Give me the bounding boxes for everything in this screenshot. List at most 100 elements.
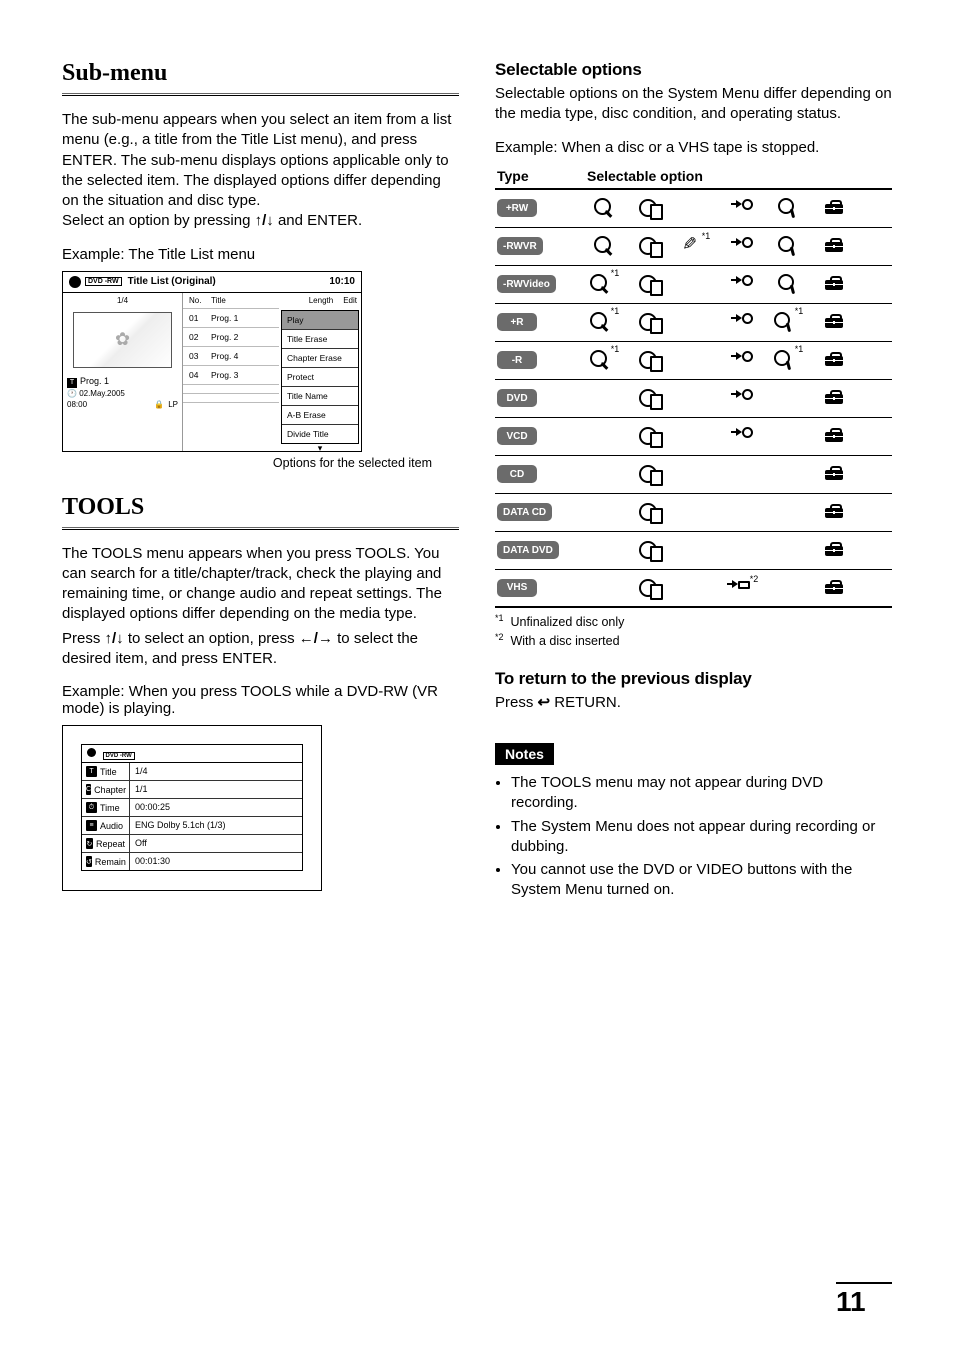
tools-example-caption: Example: When you press TOOLS while a DV… — [62, 683, 459, 717]
row-icon: ↺ — [86, 856, 92, 867]
text: RETURN. — [550, 694, 621, 711]
list-row — [183, 393, 279, 402]
submenu-item: Play — [282, 311, 358, 330]
col-headers: No. Title — [183, 293, 279, 308]
disc-info-icon — [639, 465, 661, 483]
updown-arrow-icon: ↑/↓ — [255, 212, 274, 229]
text: The sub-menu appears when you select an … — [62, 111, 451, 209]
notes-list: The TOOLS menu may not appear during DVD… — [495, 773, 892, 901]
selectable-intro: Selectable options on the System Menu di… — [495, 84, 892, 125]
title-list-icon: ≡ — [594, 198, 614, 218]
tools-row-value: 00:00:25 — [130, 799, 175, 816]
type-cell: -R — [497, 351, 587, 370]
list-row: 03Prog. 4 — [183, 346, 279, 365]
type-badge: VCD — [497, 427, 537, 445]
list-row: 02Prog. 2 — [183, 327, 279, 346]
note-item: The System Menu does not appear during r… — [511, 817, 892, 858]
leftright-arrow-icon: ←/→ — [299, 630, 333, 647]
dubbing-icon — [731, 200, 753, 216]
osd-right-pane: Length Edit Play Title Erase Chapter Era… — [279, 293, 361, 451]
row-icon: T — [86, 766, 97, 777]
options-cell: ≡*1*1 — [587, 350, 890, 370]
th-type: Type — [497, 168, 587, 184]
tools-row-label: ⏱Time — [82, 799, 130, 816]
table-row: DATA DVD — [495, 532, 892, 570]
row-icon: ↻ — [86, 838, 93, 849]
dubbing-icon — [731, 314, 753, 330]
options-cell: ≡*1 — [587, 274, 890, 294]
disc-info-icon — [639, 427, 661, 445]
table-row: -RWVideo≡*1 — [495, 266, 892, 304]
submenu-heading: Sub-menu — [62, 60, 459, 87]
type-cell: -RWVR — [497, 237, 587, 256]
tools-row-value: Off — [130, 835, 152, 852]
tools-row-label: TTitle — [82, 763, 130, 780]
scroll-down-icon: ▾ — [279, 444, 361, 451]
col-no: No. — [189, 296, 211, 305]
setup-icon — [823, 466, 845, 482]
type-cell: DATA CD — [497, 503, 587, 522]
title-list-figure: DVD -RW Title List (Original) 10:10 1/4 … — [62, 271, 362, 452]
notes-badge: Notes — [495, 743, 554, 765]
setup-icon — [823, 580, 845, 596]
return-icon: ↩ — [538, 694, 551, 711]
lock-icon: 🔒 — [154, 400, 164, 409]
note-item: The TOOLS menu may not appear during DVD… — [511, 773, 892, 814]
type-cell: DATA DVD — [497, 541, 587, 560]
tools-heading: TOOLS — [62, 494, 459, 521]
type-badge: DATA DVD — [497, 541, 559, 559]
type-badge: DATA CD — [497, 503, 552, 521]
tools-row-value: 00:01:30 — [130, 853, 175, 870]
col-length: Length — [309, 296, 333, 305]
disc-info-icon — [639, 541, 661, 559]
setup-icon — [823, 276, 845, 292]
prog-length: 08:00 🔒 LP — [63, 399, 182, 415]
title-list-icon: ≡ — [590, 274, 610, 294]
tools-text-1: The TOOLS menu appears when you press TO… — [62, 544, 459, 625]
table-row: DATA CD — [495, 494, 892, 532]
osd-left-pane: 1/4 ✿ TProg. 1 🕐 02.May.2005 08:00🔒LP — [63, 293, 183, 451]
footnote-ref: *2 — [750, 574, 759, 584]
disc-info-icon — [639, 275, 661, 293]
disc-setting-icon — [774, 350, 794, 370]
text: to select an option, press — [124, 630, 299, 647]
disc-setting-icon — [774, 312, 794, 332]
title-list-icon: ≡ — [590, 350, 610, 370]
disc-badge: DVD -RW — [103, 752, 135, 760]
text: 08:00 — [67, 400, 87, 409]
disc-icon — [69, 276, 81, 288]
text: Prog. 1 — [80, 376, 109, 386]
type-badge: DVD — [497, 389, 537, 407]
type-badge: +RW — [497, 199, 537, 217]
table-row: -RWVR≡*1 — [495, 228, 892, 266]
context-submenu: Play Title Erase Chapter Erase Protect T… — [281, 310, 359, 444]
dubbing-icon — [731, 390, 753, 406]
type-badge: -R — [497, 351, 537, 369]
footnote-ref: *1 — [795, 306, 804, 316]
tools-row-value: 1/4 — [130, 763, 153, 780]
col-edit: Edit — [343, 296, 357, 305]
tools-osd-header: DVD -RW — [82, 745, 302, 763]
setup-icon — [823, 200, 845, 216]
options-cell: ≡*1 — [587, 236, 890, 256]
row-icon: ≡ — [86, 820, 97, 831]
figure-caption: Options for the selected item — [62, 456, 432, 470]
row-icon: ⏱ — [86, 802, 97, 813]
text: LP — [168, 400, 178, 409]
table-row: -R ≡*1*1 — [495, 342, 892, 380]
tools-row-label: CChapter — [82, 781, 130, 798]
setup-icon — [823, 428, 845, 444]
type-cell: +RW — [497, 199, 587, 218]
table-row: +R≡*1*1 — [495, 304, 892, 342]
tools-row: ↻RepeatOff — [82, 835, 302, 853]
submenu-item: Divide Title — [282, 425, 358, 443]
table-row: +RW ≡ — [495, 190, 892, 228]
table-row: CD — [495, 456, 892, 494]
submenu-item: Title Erase — [282, 330, 358, 349]
disc-info-icon — [639, 237, 661, 255]
tools-figure: DVD -RW TTitle1/4CChapter1/1⏱Time00:00:2… — [62, 725, 322, 891]
footnote-ref: *1 — [611, 344, 620, 354]
dubbing-icon — [727, 580, 749, 596]
type-badge: VHS — [497, 579, 537, 597]
list-row: 01Prog. 1 — [183, 308, 279, 327]
